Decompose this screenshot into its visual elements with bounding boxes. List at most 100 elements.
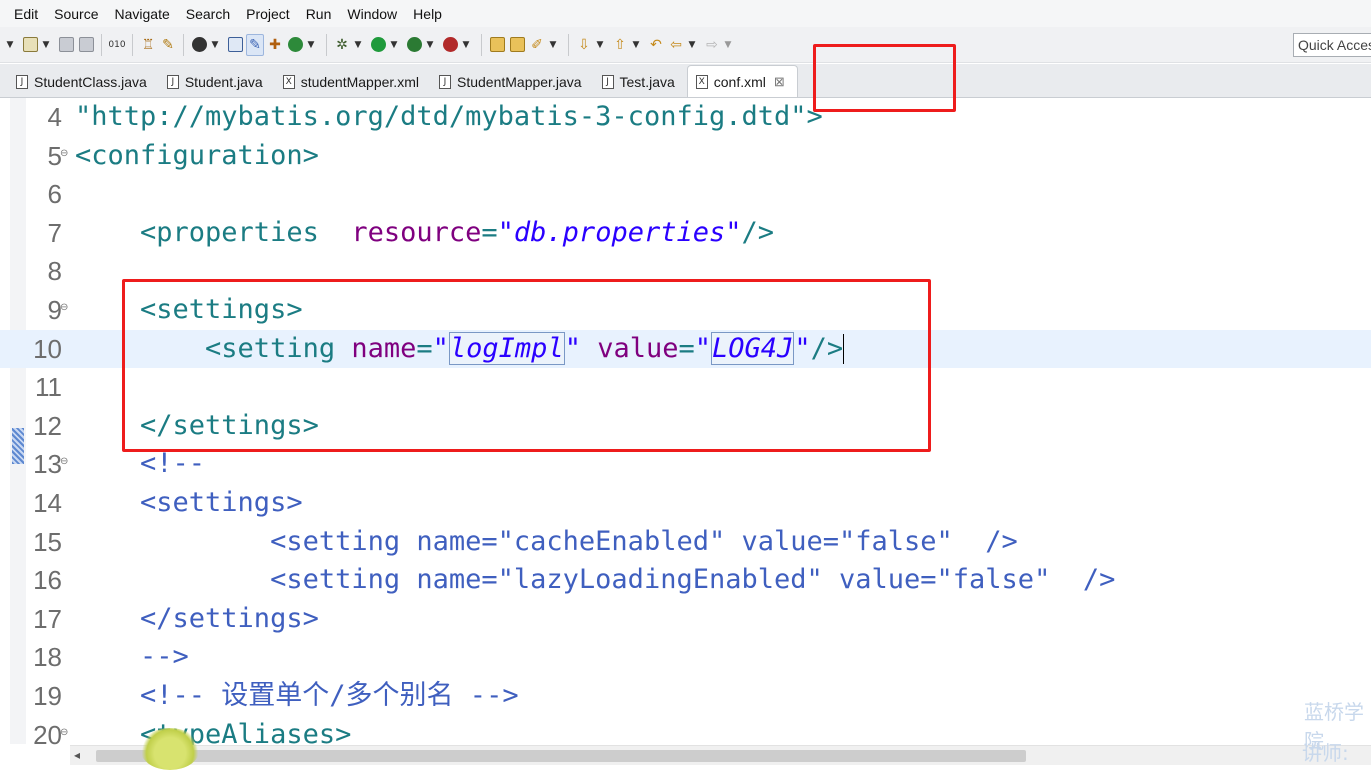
code-line[interactable]: 10 <setting name="logImpl" value="LOG4J"…	[0, 329, 1371, 369]
dropdown-arrow-icon[interactable]: ▼	[5, 34, 15, 56]
code-line[interactable]: 19 <!-- 设置单个/多个别名 -->	[0, 677, 1371, 716]
fold-toggle-icon[interactable]: ⊖	[60, 457, 68, 467]
menu-edit[interactable]: Edit	[6, 6, 46, 22]
binary-icon[interactable]: 010	[108, 34, 126, 56]
menu-run[interactable]: Run	[298, 6, 340, 22]
dropdown-arrow-icon[interactable]: ▼	[41, 34, 51, 56]
close-tab-icon[interactable]: ⊠	[774, 74, 785, 90]
toolbar-separator	[481, 33, 482, 56]
code-line[interactable]: 6	[0, 175, 1371, 214]
code-token: <setting	[75, 332, 352, 364]
code-text: <properties resource="db.properties"/>	[75, 214, 774, 253]
code-line[interactable]: 17 </settings>	[0, 600, 1371, 639]
tab-student-java[interactable]: J Student.java	[159, 67, 275, 97]
code-editor[interactable]: 4 "http://mybatis.org/dtd/mybatis-3-confi…	[0, 98, 1371, 750]
line-number: 20	[33, 719, 62, 750]
previous-annotation-icon[interactable]: ⇧	[611, 34, 629, 56]
refresh-icon[interactable]	[286, 34, 304, 56]
code-line[interactable]: 12 </settings>	[0, 407, 1371, 446]
code-line[interactable]: 5 ⊖ <configuration>	[0, 137, 1371, 176]
open-project-icon[interactable]	[508, 34, 526, 56]
console-icon[interactable]	[226, 34, 244, 56]
tab-studentmapper-java[interactable]: J StudentMapper.java	[431, 67, 594, 97]
code-text: </settings>	[75, 600, 319, 639]
code-text: -->	[75, 638, 189, 677]
mark-occurrences-icon[interactable]: ✎	[246, 33, 264, 56]
code-line[interactable]: 9 ⊖ <settings>	[0, 291, 1371, 330]
open-type-icon[interactable]: ✎	[159, 34, 177, 56]
hierarchy-icon[interactable]: ♖	[139, 34, 157, 56]
code-text: <setting name="cacheEnabled" value="fals…	[75, 523, 1018, 562]
code-token: />	[810, 332, 844, 364]
dropdown-arrow-icon[interactable]: ▼	[595, 34, 605, 56]
save-icon[interactable]	[57, 34, 75, 56]
toolbar: ▼ ▼ 010 ♖ ✎ ▼ ✎ ✚ ▼ ✲ ▼ ▼ ▼ ▼ ✐ ▼ ⇩ ▼ ⇧ …	[0, 27, 1371, 63]
fold-toggle-icon[interactable]: ⊖	[60, 148, 68, 159]
toolbar-separator	[132, 33, 133, 56]
menu-project[interactable]: Project	[238, 6, 298, 22]
dropdown-arrow-icon[interactable]: ▼	[631, 34, 641, 56]
java-file-icon: J	[601, 75, 614, 89]
code-token: <configuration>	[75, 139, 319, 171]
code-text: <settings>	[75, 291, 303, 330]
tab-test-java[interactable]: J Test.java	[594, 67, 687, 97]
dropdown-arrow-icon[interactable]: ▼	[461, 34, 471, 56]
toolbar-separator	[101, 33, 102, 56]
dropdown-arrow-icon[interactable]: ▼	[306, 34, 316, 56]
dropdown-arrow-icon[interactable]: ▼	[425, 34, 435, 56]
code-line[interactable]: 14 <settings>	[0, 484, 1371, 523]
toolbar-separator	[568, 33, 569, 56]
code-line[interactable]: 15 <setting name="cacheEnabled" value="f…	[0, 523, 1371, 562]
dropdown-arrow-icon[interactable]: ▼	[353, 34, 363, 56]
line-number: 4	[47, 102, 62, 132]
dropdown-arrow-icon[interactable]: ▼	[687, 34, 697, 56]
back-icon[interactable]: ⇦	[667, 34, 685, 56]
menu-source[interactable]: Source	[46, 6, 106, 22]
run-icon[interactable]	[369, 34, 387, 56]
scroll-left-icon[interactable]: ◂	[74, 748, 80, 762]
debug-icon[interactable]: ✲	[333, 34, 351, 56]
menu-window[interactable]: Window	[339, 6, 405, 22]
horizontal-scrollbar[interactable]: ◂	[70, 745, 1371, 765]
last-edit-icon[interactable]: ↶	[647, 34, 665, 56]
code-line[interactable]: 7 <properties resource="db.properties"/>	[0, 214, 1371, 253]
code-line[interactable]: 16 <setting name="lazyLoadingEnabled" va…	[0, 561, 1371, 600]
code-line[interactable]: 11	[0, 368, 1371, 407]
code-token: "db.properties"	[497, 216, 742, 248]
menu-navigate[interactable]: Navigate	[106, 6, 177, 22]
build-icon[interactable]: ✚	[266, 34, 284, 56]
tab-studentclass-java[interactable]: J StudentClass.java	[8, 67, 159, 97]
code-line[interactable]: 4 "http://mybatis.org/dtd/mybatis-3-confi…	[0, 98, 1371, 137]
dropdown-arrow-icon[interactable]: ▼	[548, 34, 558, 56]
next-annotation-icon[interactable]: ⇩	[575, 34, 593, 56]
tab-label: StudentMapper.java	[456, 74, 582, 90]
code-line[interactable]: 18 -->	[0, 638, 1371, 677]
editor-tab-bar: J StudentClass.java J Student.java X stu…	[0, 64, 1371, 98]
dropdown-arrow-icon[interactable]: ▼	[723, 34, 733, 56]
tab-label: studentMapper.xml	[300, 74, 419, 90]
dropdown-arrow-icon[interactable]: ▼	[210, 34, 220, 56]
open-folder-icon[interactable]	[488, 34, 506, 56]
code-line[interactable]: 13 ⊖ <!--	[0, 445, 1371, 484]
tab-conf-xml[interactable]: X conf.xml ⊠	[686, 65, 798, 97]
menu-help[interactable]: Help	[405, 6, 450, 22]
new-file-icon[interactable]	[21, 34, 39, 56]
tab-studentmapper-xml[interactable]: X studentMapper.xml	[275, 67, 431, 97]
code-line[interactable]: 8	[0, 252, 1371, 291]
quick-access-input[interactable]: Quick Access	[1293, 33, 1371, 57]
task-icon[interactable]: ✐	[528, 34, 546, 56]
code-text: "http://mybatis.org/dtd/mybatis-3-config…	[75, 98, 823, 137]
save-all-icon[interactable]	[77, 34, 95, 56]
code-text: <!--	[75, 445, 205, 484]
forward-icon[interactable]: ⇨	[703, 34, 721, 56]
scrollbar-thumb[interactable]	[96, 750, 1026, 762]
line-number: 5	[47, 140, 62, 171]
line-number: 12	[33, 410, 62, 441]
fold-toggle-icon[interactable]: ⊖	[60, 303, 68, 313]
user-icon[interactable]	[190, 34, 208, 56]
dropdown-arrow-icon[interactable]: ▼	[389, 34, 399, 56]
external-tools-icon[interactable]	[441, 34, 459, 56]
menu-search[interactable]: Search	[178, 6, 238, 22]
fold-toggle-icon[interactable]: ⊖	[60, 727, 68, 738]
coverage-icon[interactable]	[405, 34, 423, 56]
